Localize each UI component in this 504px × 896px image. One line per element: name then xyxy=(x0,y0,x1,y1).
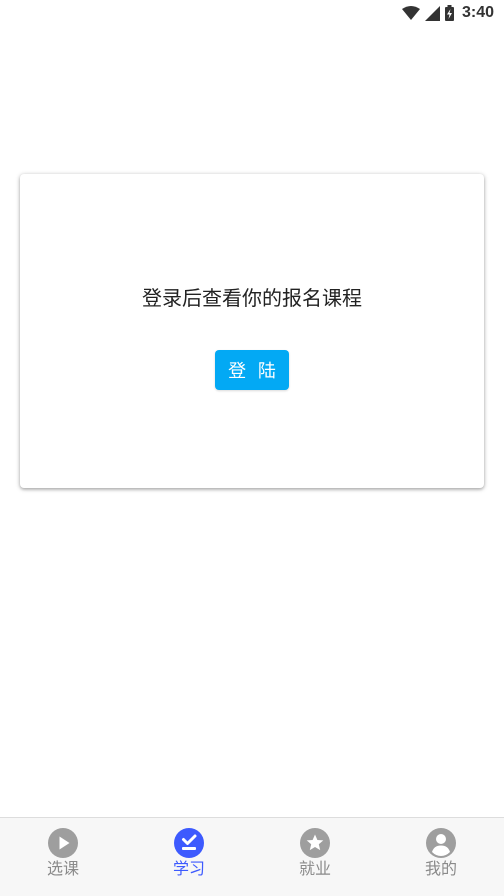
account-circle-icon xyxy=(426,828,456,858)
login-card: 登录后查看你的报名课程 登 陆 xyxy=(20,174,484,488)
status-bar: 3:40 xyxy=(0,0,504,26)
nav-label: 我的 xyxy=(424,859,457,878)
status-time: 3:40 xyxy=(461,4,494,21)
check-circle-icon xyxy=(174,828,204,858)
nav-item-study[interactable]: 学习 xyxy=(126,818,252,896)
card-message: 登录后查看你的报名课程 xyxy=(142,286,362,310)
nav-label: 学习 xyxy=(172,859,205,878)
bottom-nav: 选课 学习 就业 我的 xyxy=(0,817,504,896)
play-circle-icon xyxy=(48,828,78,858)
screen: 3:40 登录后查看你的报名课程 登 陆 选课 学习 就业 我的 xyxy=(0,0,504,896)
battery-charging-icon xyxy=(444,5,454,21)
nav-item-jobs[interactable]: 就业 xyxy=(252,818,378,896)
cellular-signal-icon xyxy=(424,5,440,21)
nav-item-mine[interactable]: 我的 xyxy=(378,818,504,896)
nav-label: 选课 xyxy=(46,859,79,878)
star-circle-icon xyxy=(300,828,330,858)
nav-item-courses[interactable]: 选课 xyxy=(0,818,126,896)
wifi-icon xyxy=(401,6,420,20)
login-button[interactable]: 登 陆 xyxy=(215,350,289,390)
nav-label: 就业 xyxy=(298,859,331,878)
